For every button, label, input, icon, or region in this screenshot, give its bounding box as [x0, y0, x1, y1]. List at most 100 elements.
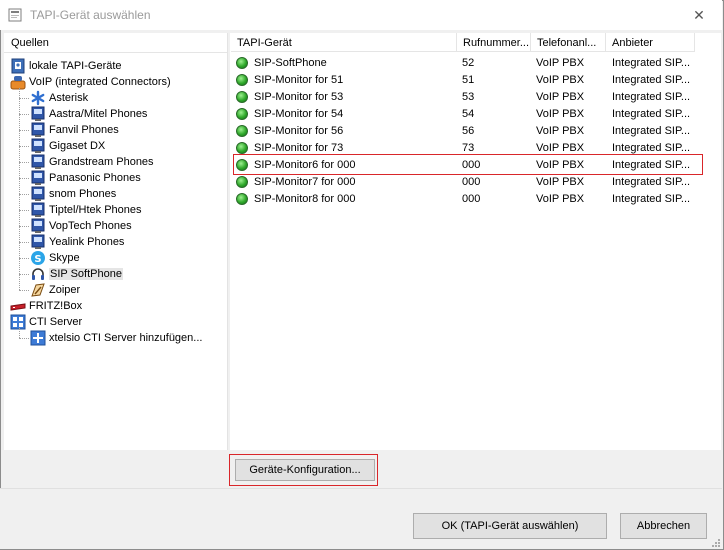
tree-item[interactable]: Aastra/Mitel Phones — [30, 106, 147, 122]
tree-connector — [19, 290, 29, 291]
tree-item[interactable]: Gigaset DX — [30, 138, 105, 154]
device-cell-pbx: VoIP PBX — [536, 57, 585, 69]
tree-item[interactable]: xtelsio CTI Server hinzufügen... — [30, 330, 202, 346]
tree-connector — [19, 328, 20, 338]
device-config-button[interactable]: Geräte-Konfiguration... — [235, 459, 375, 481]
column-header-number[interactable]: Rufnummer... — [457, 33, 531, 52]
column-header-provider[interactable]: Anbieter — [606, 33, 695, 52]
device-cell-number: 000 — [462, 176, 481, 188]
device-cell-provider: Integrated SIP... — [612, 57, 691, 69]
tree-item[interactable]: Panasonic Phones — [30, 170, 141, 186]
tree-item[interactable]: CTI Server — [10, 314, 82, 330]
tree-item-label: Zoiper — [49, 284, 81, 296]
device-cell-name: SIP-Monitor for 54 — [254, 108, 344, 120]
sources-header[interactable]: Quellen — [4, 33, 227, 53]
tree-connector — [19, 226, 29, 227]
device-cell-pbx: VoIP PBX — [536, 142, 585, 154]
tree-connector — [19, 146, 29, 147]
tree-item[interactable]: Asterisk — [30, 90, 88, 106]
cancel-button[interactable]: Abbrechen — [620, 513, 707, 539]
tree-item-label: Panasonic Phones — [49, 172, 141, 184]
resize-grip-icon[interactable] — [710, 537, 720, 547]
device-cell-name: SIP-Monitor for 73 — [254, 142, 344, 154]
device-cell-number: 52 — [462, 57, 475, 69]
asterisk-icon — [30, 90, 46, 106]
desk-phone-icon — [30, 154, 46, 170]
device-cell-pbx: VoIP PBX — [536, 193, 585, 205]
tree-connector — [19, 258, 29, 259]
tree-connector — [19, 338, 29, 339]
device-cell-name: SIP-SoftPhone — [254, 57, 327, 69]
device-cell-name: SIP-Monitor for 56 — [254, 125, 344, 137]
tree-item[interactable]: VoIP (integrated Connectors) — [10, 74, 171, 90]
dialog-footer — [0, 488, 722, 549]
desk-phone-icon — [30, 218, 46, 234]
desk-phone-icon — [30, 170, 46, 186]
tree-connector — [19, 274, 29, 275]
desk-phone-icon — [30, 138, 46, 154]
phone-book-icon — [10, 58, 26, 74]
desk-phone-icon — [30, 202, 46, 218]
tree-item[interactable]: Grandstream Phones — [30, 154, 154, 170]
device-row[interactable]: SIP-Monitor for 56 56 VoIP PBX Integrated S… — [232, 123, 702, 140]
device-cell-number: 53 — [462, 91, 475, 103]
device-cell-number: 51 — [462, 74, 475, 86]
server-network-icon — [10, 314, 26, 330]
tree-item[interactable]: Fanvil Phones — [30, 122, 119, 138]
device-cell-pbx: VoIP PBX — [536, 125, 585, 137]
tree-item-label: lokale TAPI-Geräte — [29, 60, 122, 72]
tree-item-label: Tiptel/Htek Phones — [49, 204, 142, 216]
desk-phone-icon — [30, 186, 46, 202]
tree-item[interactable]: lokale TAPI-Geräte — [10, 58, 122, 74]
device-cell-provider: Integrated SIP... — [612, 142, 691, 154]
column-header-label: Rufnummer... — [463, 37, 530, 49]
tree-connector — [19, 114, 29, 115]
desk-phone-icon — [30, 106, 46, 122]
tree-item-label: snom Phones — [49, 188, 117, 200]
tree-connector — [19, 130, 29, 131]
tree-connector — [19, 178, 29, 179]
tree-item-label: CTI Server — [29, 316, 83, 328]
tree-item[interactable]: SIP SoftPhone — [30, 266, 123, 282]
window-title: TAPI-Gerät auswählen — [30, 8, 151, 22]
device-row[interactable]: SIP-Monitor8 for 000 000 VoIP PBX Integrate… — [232, 191, 702, 208]
skype-icon: S — [30, 250, 46, 266]
tree-item-label: xtelsio CTI Server hinzufügen... — [49, 332, 203, 344]
tree-item[interactable]: Zoiper — [30, 282, 80, 298]
device-cell-number: 73 — [462, 142, 475, 154]
voip-phone-icon — [10, 74, 26, 90]
device-cell-number: 54 — [462, 108, 475, 120]
status-online-icon — [236, 176, 248, 188]
device-cell-name: SIP-Monitor for 51 — [254, 74, 344, 86]
tree-item[interactable]: FRITZ!Box — [10, 298, 82, 314]
column-header-pbx[interactable]: Telefonanl... — [531, 33, 606, 52]
status-online-icon — [236, 193, 248, 205]
status-online-icon — [236, 108, 248, 120]
svg-text:S: S — [34, 254, 41, 265]
device-cell-number: 56 — [462, 125, 475, 137]
tree-item[interactable]: snom Phones — [30, 186, 116, 202]
device-cell-pbx: VoIP PBX — [536, 91, 585, 103]
desk-phone-icon — [30, 234, 46, 250]
tree-item[interactable]: S Skype — [30, 250, 80, 266]
tree-connector — [19, 242, 29, 243]
device-row[interactable]: SIP-Monitor for 51 51 VoIP PBX Integrated S… — [232, 72, 702, 89]
tree-connector — [19, 162, 29, 163]
tree-item[interactable]: Tiptel/Htek Phones — [30, 202, 142, 218]
device-row[interactable]: SIP-Monitor for 54 54 VoIP PBX Integrated S… — [232, 106, 702, 123]
device-cell-pbx: VoIP PBX — [536, 108, 585, 120]
tree-item[interactable]: VopTech Phones — [30, 218, 132, 234]
column-header-tapi-device[interactable]: TAPI-Gerät — [231, 33, 457, 52]
device-cell-provider: Integrated SIP... — [612, 176, 691, 188]
device-row[interactable]: SIP-Monitor7 for 000 000 VoIP PBX Integrate… — [232, 174, 702, 191]
close-button[interactable]: ✕ — [676, 0, 722, 30]
tree-item[interactable]: Yealink Phones — [30, 234, 124, 250]
device-row[interactable]: SIP-Monitor for 53 53 VoIP PBX Integrated S… — [232, 89, 702, 106]
status-online-icon — [236, 57, 248, 69]
device-row[interactable]: SIP-SoftPhone 52 VoIP PBX Integrated SIP... — [232, 55, 702, 72]
tree-item-label: FRITZ!Box — [29, 300, 83, 312]
tree-connector — [19, 210, 29, 211]
ok-button[interactable]: OK (TAPI-Gerät auswählen) — [413, 513, 607, 539]
device-cell-name: SIP-Monitor8 for 000 — [254, 193, 356, 205]
add-server-icon — [30, 330, 46, 346]
